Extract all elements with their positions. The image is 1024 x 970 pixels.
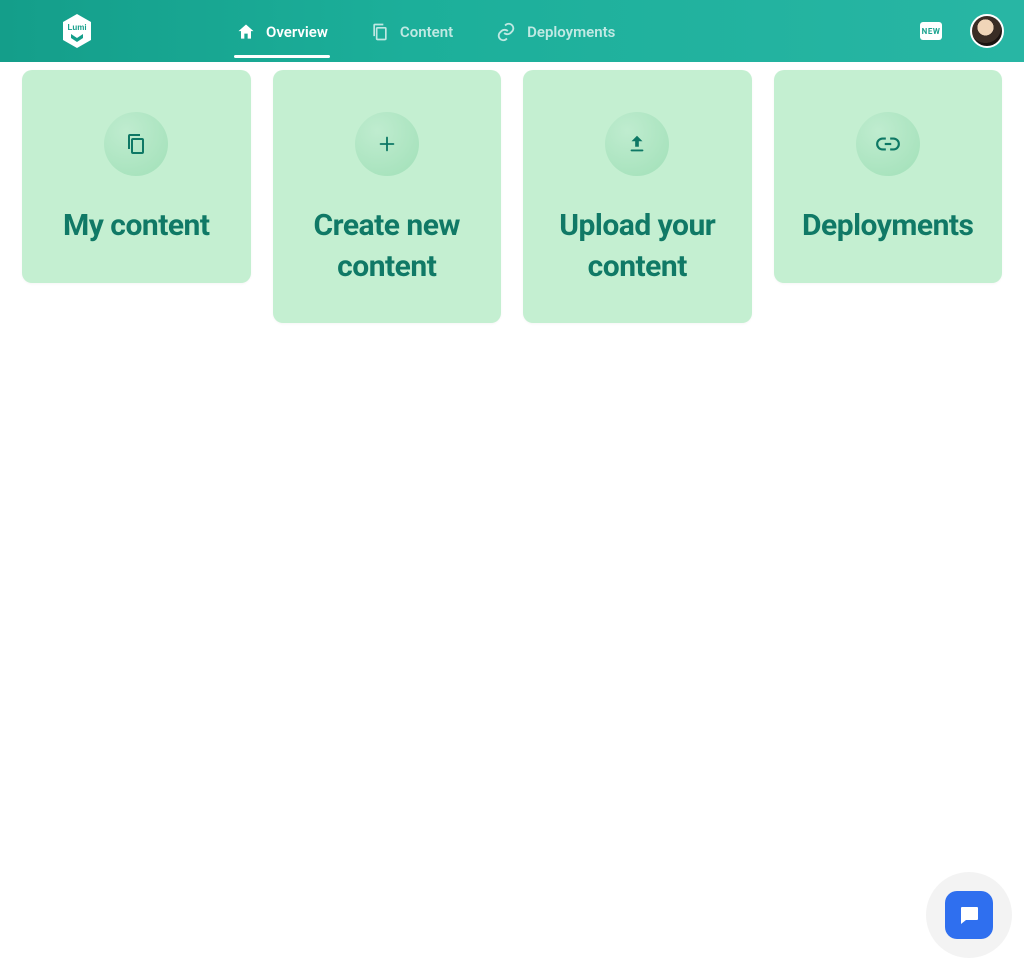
user-avatar[interactable] (970, 14, 1004, 48)
card-title: Create new content (293, 206, 482, 287)
upload-icon (626, 133, 648, 155)
nav-content[interactable]: Content (368, 4, 455, 58)
overview-cards: My content Create new content Upload you… (0, 62, 1024, 323)
card-my-content[interactable]: My content (22, 70, 251, 283)
nav-overview[interactable]: Overview (234, 4, 330, 58)
copy-icon (370, 22, 390, 42)
home-icon (236, 22, 256, 42)
card-deployments[interactable]: Deployments (774, 70, 1003, 283)
chat-fab-container (926, 872, 1012, 958)
plus-icon (376, 133, 398, 155)
card-icon-wrap (605, 112, 669, 176)
nav-content-label: Content (400, 23, 453, 41)
link-icon (875, 131, 901, 157)
new-badge[interactable]: NEW (920, 22, 942, 40)
header-right: NEW (920, 14, 1004, 48)
card-title: Deployments (794, 206, 983, 247)
chat-help-button[interactable] (945, 891, 993, 939)
card-icon-wrap (856, 112, 920, 176)
nav-deployments-label: Deployments (527, 23, 615, 41)
logo-hexagon-icon: Lumi (62, 13, 92, 49)
svg-text:Lumi: Lumi (67, 23, 86, 32)
card-title: Upload your content (543, 206, 732, 287)
nav-deployments[interactable]: Deployments (493, 3, 617, 59)
copy-icon (124, 132, 148, 156)
card-create-new[interactable]: Create new content (273, 70, 502, 323)
card-icon-wrap (104, 112, 168, 176)
link-icon (495, 21, 517, 43)
chat-icon (957, 903, 981, 927)
card-title: My content (42, 206, 231, 247)
card-upload[interactable]: Upload your content (523, 70, 752, 323)
nav-overview-label: Overview (266, 23, 328, 41)
brand-logo[interactable]: Lumi (60, 11, 94, 51)
new-badge-text: NEW (922, 27, 941, 36)
main-nav: Overview Content Deployments (234, 3, 920, 59)
app-header: Lumi Overview Content Deployments (0, 0, 1024, 62)
card-icon-wrap (355, 112, 419, 176)
